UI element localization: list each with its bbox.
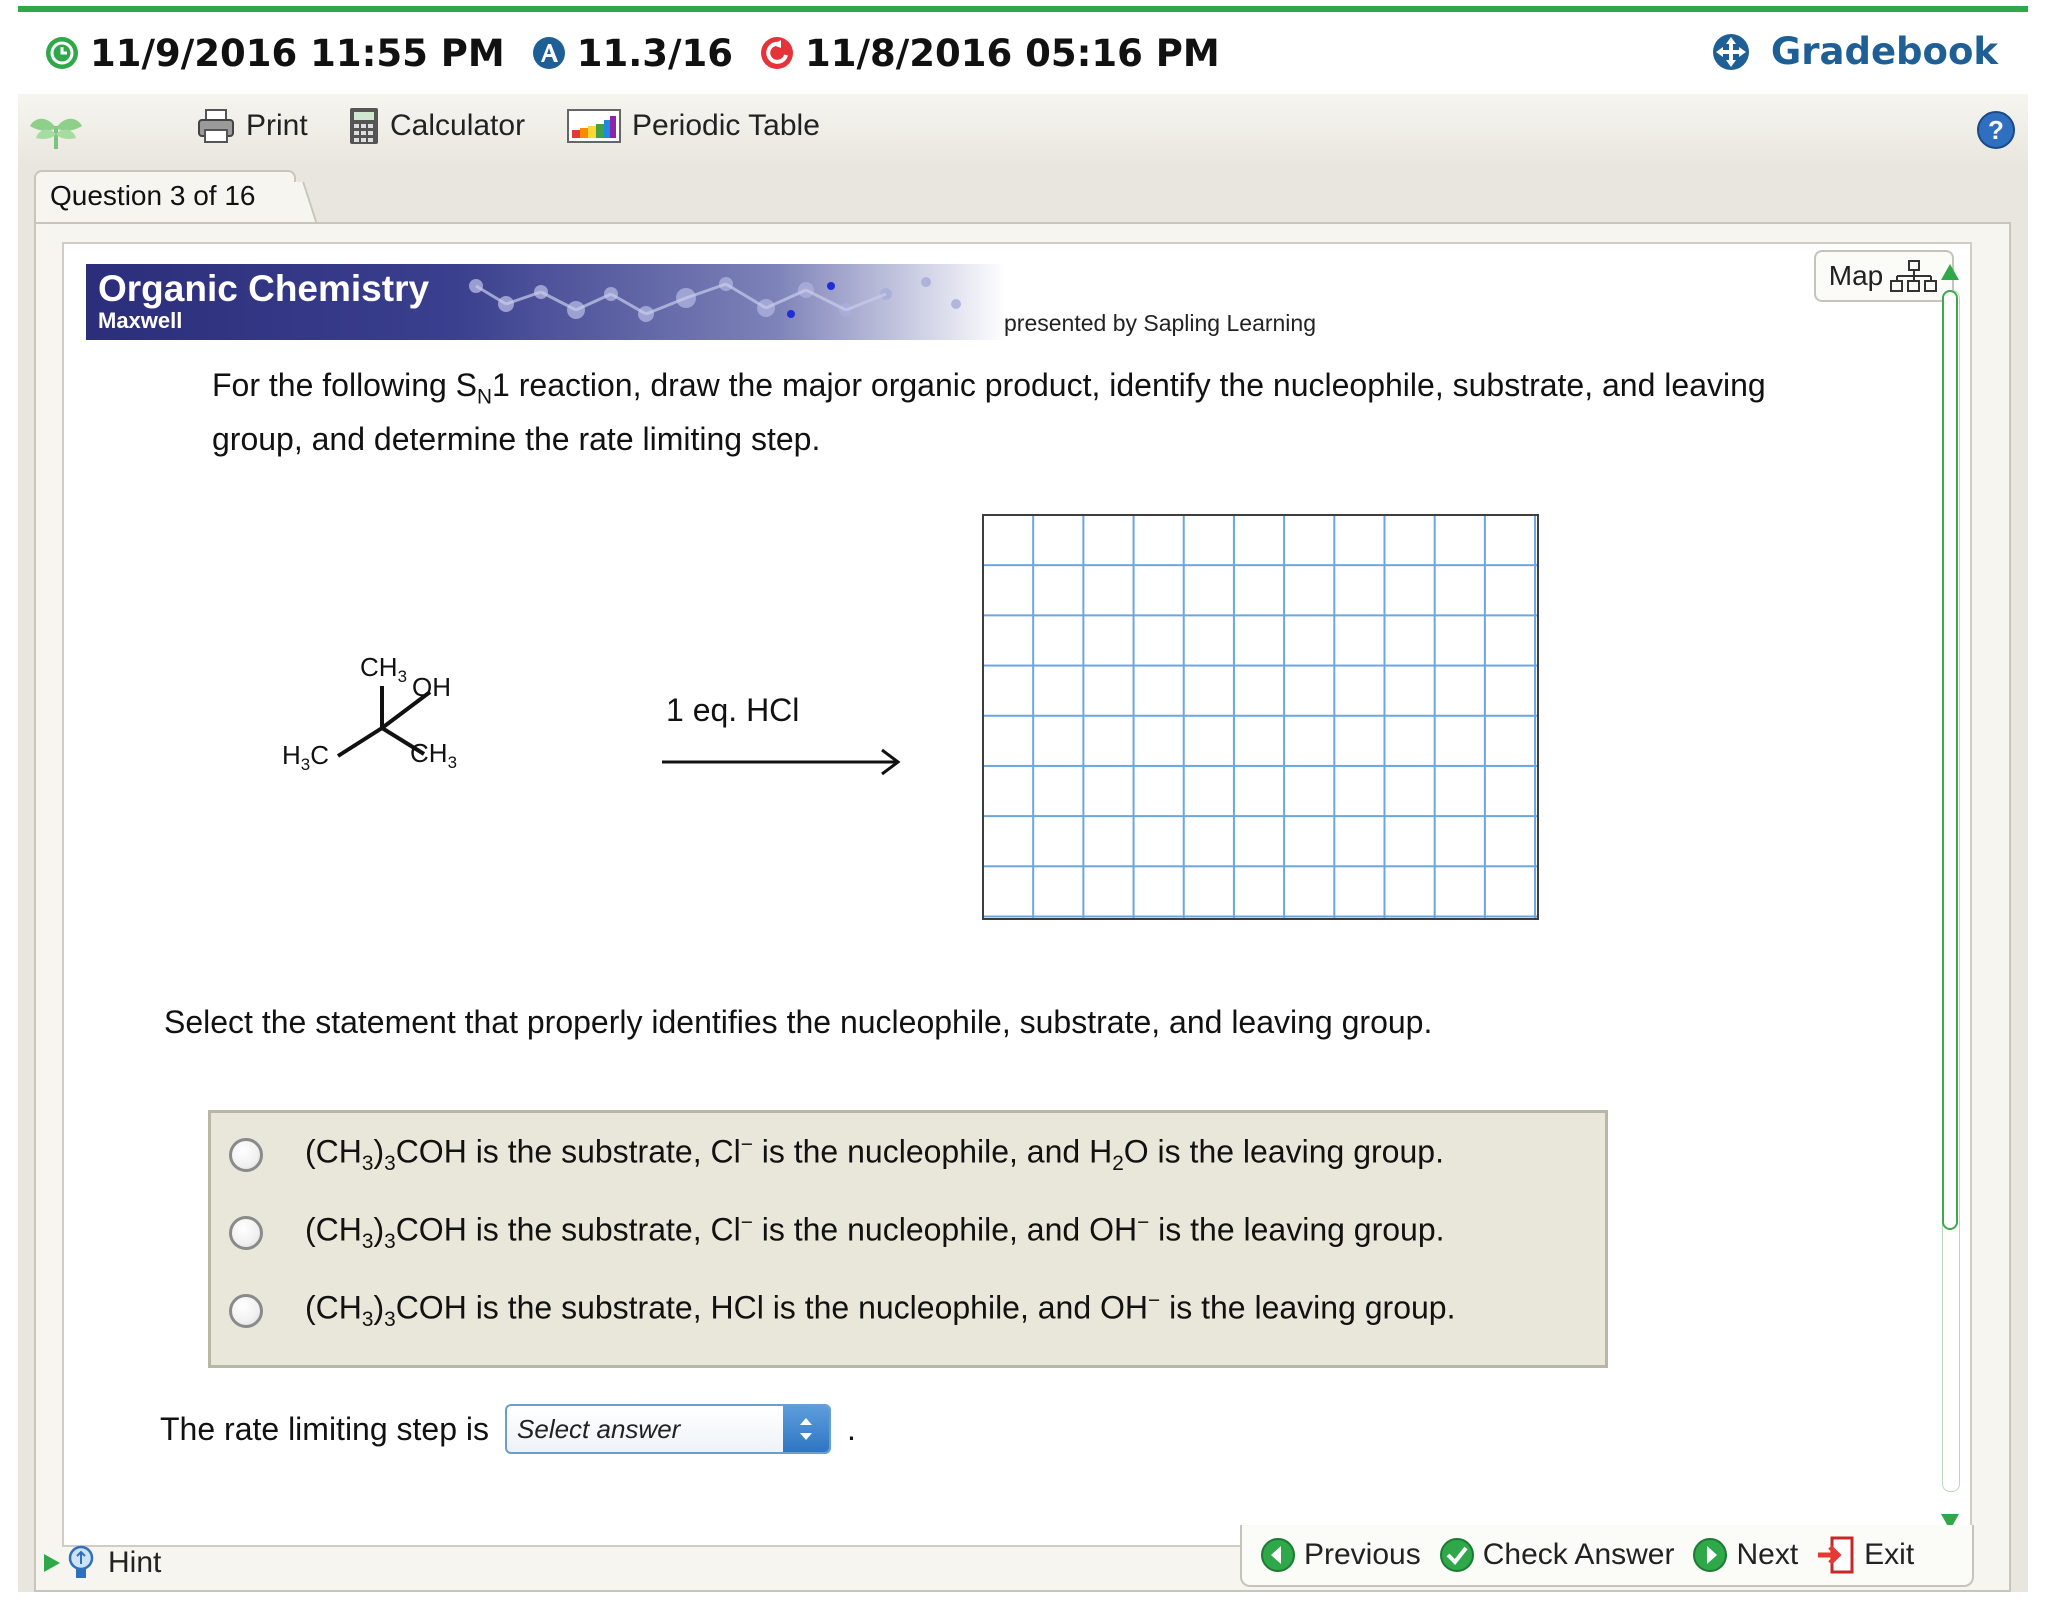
score-icon (532, 37, 565, 69)
svg-text:?: ? (1988, 115, 2004, 145)
check-answer-label: Check Answer (1482, 1538, 1675, 1571)
score-text: 11.3/16 (576, 31, 734, 75)
exit-icon (1818, 1536, 1854, 1574)
radio-button[interactable] (229, 1137, 263, 1172)
question-content: Organic Chemistry Maxwell presented by S… (62, 242, 1972, 1547)
hint-label: Hint (108, 1546, 162, 1579)
periodic-table-button[interactable]: Periodic Table (566, 106, 820, 146)
rate-suffix: . (847, 1410, 856, 1447)
expand-arrow-icon (44, 1554, 60, 1572)
printer-icon (198, 109, 234, 143)
reactant-structure: CH3 OH H3C CH3 (282, 644, 554, 809)
rate-label: The rate limiting step is (160, 1410, 490, 1447)
banner-author: Maxwell (98, 308, 183, 333)
answer-options: (CH3)3COH is the substrate, Cl− is the n… (208, 1110, 1608, 1368)
option-1[interactable]: (CH3)3COH is the substrate, Cl− is the n… (229, 1133, 1444, 1176)
toolbar: Print Calculator Periodic Table ? (18, 94, 2028, 162)
check-icon (1439, 1538, 1474, 1572)
statement-prompt: Select the statement that properly ident… (164, 1004, 1433, 1040)
history-icon (761, 37, 794, 69)
option-1-text: (CH3)3COH is the substrate, Cl− is the n… (305, 1133, 1444, 1176)
sapling-leaf-logo (30, 118, 82, 149)
select-placeholder: Select answer (517, 1414, 681, 1444)
check-answer-button[interactable]: Check Answer (1439, 1537, 1675, 1573)
help-icon[interactable]: ? (1976, 110, 2016, 150)
gradebook-icon (1712, 33, 1749, 70)
previous-label: Previous (1304, 1538, 1421, 1571)
radio-button[interactable] (229, 1215, 263, 1250)
exit-label: Exit (1864, 1538, 1915, 1571)
hint-button[interactable]: Hint (42, 1544, 161, 1582)
reaction-arrow-icon (662, 748, 901, 776)
banner-title: Organic Chemistry (98, 268, 430, 309)
option-3[interactable]: (CH3)3COH is the substrate, HCl is the n… (229, 1289, 1455, 1332)
calculator-icon (350, 108, 378, 144)
rate-step-select[interactable]: Select answer (505, 1404, 832, 1454)
last-saved: 11/8/2016 05:16 PM (759, 32, 1220, 75)
periodic-table-label: Periodic Table (632, 109, 820, 142)
status-bar: 11/9/2016 11:55 PM 11.3/16 11/8/2016 05:… (18, 12, 2028, 95)
print-label: Print (246, 109, 308, 142)
gradebook-label: Gradebook (1770, 30, 1998, 73)
next-arrow-icon (1693, 1538, 1728, 1572)
clock-icon (46, 37, 78, 69)
previous-button[interactable]: Previous (1260, 1537, 1421, 1573)
previous-arrow-icon (1261, 1538, 1295, 1572)
score: 11.3/16 (531, 32, 733, 75)
prompt-subscript: N (477, 385, 493, 409)
option-3-text: (CH3)3COH is the substrate, HCl is the n… (305, 1289, 1456, 1332)
drawing-canvas[interactable] (982, 514, 1539, 920)
radio-button[interactable] (229, 1293, 263, 1328)
methyl-top-label: CH3 (360, 652, 407, 687)
periodic-table-icon (567, 109, 621, 143)
last-saved-text: 11/8/2016 05:16 PM (805, 31, 1220, 75)
methyl-left-label: H3C (282, 740, 329, 775)
map-label: Map (1828, 260, 1884, 291)
map-button[interactable]: Map (1814, 250, 1954, 302)
sitemap-icon (1890, 260, 1938, 292)
select-arrows-icon[interactable] (783, 1406, 830, 1452)
lightbulb-icon (68, 1545, 94, 1578)
option-2-text: (CH3)3COH is the substrate, Cl− is the n… (305, 1211, 1445, 1254)
calculator-label: Calculator (390, 109, 526, 142)
due-date-text: 11/9/2016 11:55 PM (90, 31, 505, 75)
presented-by-text: presented by Sapling Learning (1004, 310, 1317, 336)
question-panel: Organic Chemistry Maxwell presented by S… (34, 222, 2011, 1592)
sapling-app-window: 11/9/2016 11:55 PM 11.3/16 11/8/2016 05:… (18, 6, 2028, 1592)
prompt-part: For the following S (212, 367, 478, 403)
vertical-scrollbar[interactable] (1936, 254, 1964, 1544)
question-prompt: For the following SN1 reaction, draw the… (212, 364, 1832, 461)
reagent-label: 1 eq. HCl (666, 692, 800, 728)
scroll-thumb[interactable] (1942, 290, 1958, 1230)
rate-limiting-row: The rate limiting step is Select answer … (160, 1404, 856, 1454)
scroll-up-icon[interactable] (1936, 258, 1964, 286)
next-button[interactable]: Next (1692, 1537, 1798, 1573)
course-banner: Organic Chemistry Maxwell (86, 264, 1006, 340)
methyl-right-label: CH3 (410, 738, 457, 773)
tab-question[interactable]: Question 3 of 16 (34, 170, 296, 224)
gradebook-link[interactable]: Gradebook (1711, 30, 1998, 73)
hydroxyl-label: OH (412, 672, 451, 702)
exit-button[interactable]: Exit (1816, 1535, 1914, 1575)
due-date: 11/9/2016 11:55 PM (44, 32, 505, 75)
question-tab-label: Question 3 of 16 (50, 180, 256, 211)
option-2[interactable]: (CH3)3COH is the substrate, Cl− is the n… (229, 1211, 1445, 1254)
question-navigation: Previous Check Answer Next Exit (1240, 1525, 1974, 1587)
print-button[interactable]: Print (196, 106, 308, 146)
calculator-button[interactable]: Calculator (348, 106, 525, 146)
next-label: Next (1736, 1538, 1799, 1571)
